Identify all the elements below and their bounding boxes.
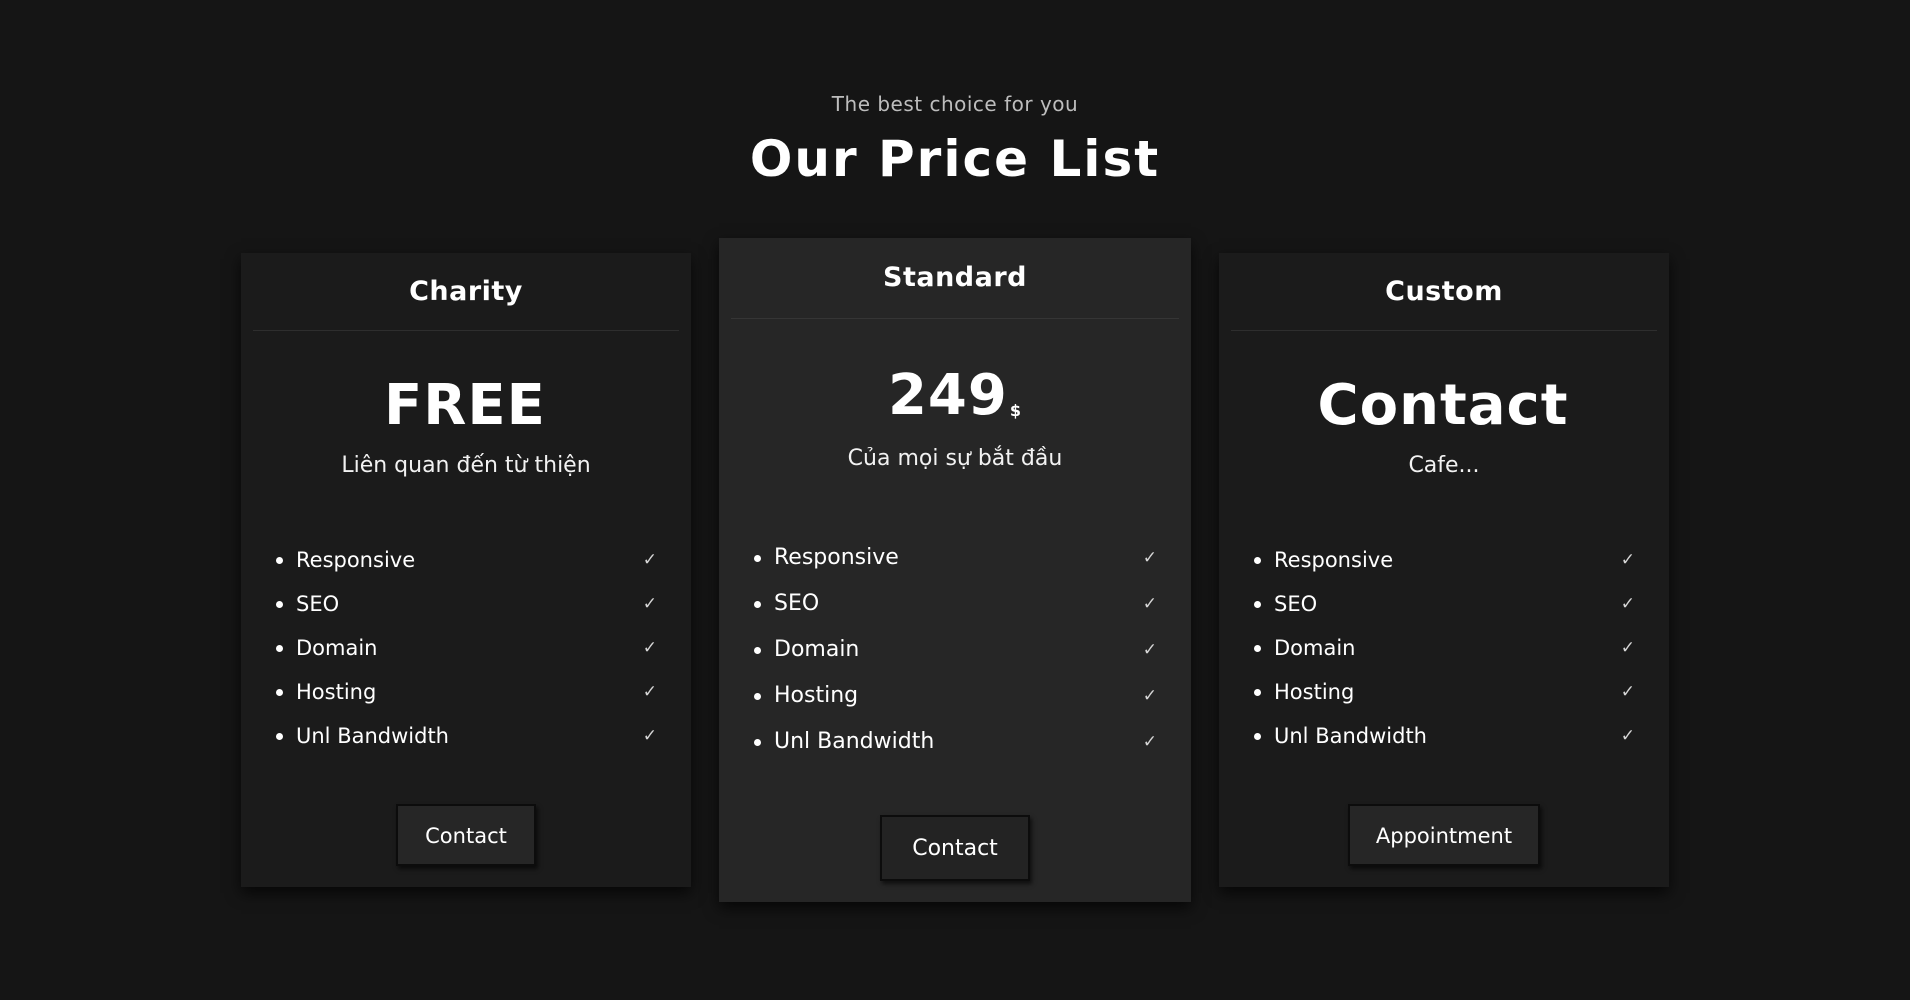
contact-button[interactable]: Contact [396,804,536,866]
check-icon: ✓ [1142,732,1157,752]
plan-name: Charity [253,253,679,331]
bullet-icon [1254,557,1261,564]
feature-item: Hosting ✓ [276,670,661,714]
feature-item: SEO ✓ [754,581,1161,627]
check-icon: ✓ [1620,726,1635,746]
feature-label: Responsive [1274,548,1394,572]
feature-label: Responsive [296,548,416,572]
bullet-icon [276,557,283,564]
plan-price: 249 $ [719,358,1191,449]
feature-label: Hosting [1274,680,1355,704]
check-icon: ✓ [1142,594,1157,614]
check-icon: ✓ [1620,638,1635,658]
check-icon: ✓ [642,550,657,570]
appointment-button[interactable]: Appointment [1348,804,1540,866]
bullet-icon [754,555,761,562]
feature-item: Domain ✓ [276,626,661,670]
bullet-icon [1254,689,1261,696]
check-icon: ✓ [642,726,657,746]
feature-label: Domain [774,637,860,662]
feature-item: Hosting ✓ [1254,670,1639,714]
contact-button[interactable]: Contact [880,815,1030,881]
pricing-card-standard: Standard 249 $ Của mọi sự bắt đầu Respons… [719,238,1191,902]
bullet-icon [276,733,283,740]
bullet-icon [276,645,283,652]
price-value: FREE [384,373,546,438]
pricing-card-charity: Charity FREE Liên quan đến từ thiện Resp… [241,253,691,887]
feature-label: SEO [296,592,340,616]
feature-item: SEO ✓ [1254,582,1639,626]
bullet-icon [1254,601,1261,608]
feature-label: SEO [1274,592,1318,616]
feature-list: Responsive ✓ SEO ✓ Domain ✓ Hosting ✓ Unl Ba… [1254,538,1639,758]
price-value: 249 [887,363,1008,428]
bullet-icon [276,689,283,696]
check-icon: ✓ [1620,682,1635,702]
check-icon: ✓ [1142,686,1157,706]
check-icon: ✓ [1620,594,1635,614]
check-icon: ✓ [642,638,657,658]
check-icon: ✓ [642,594,657,614]
feature-label: Hosting [774,683,859,708]
feature-label: Responsive [774,545,899,570]
feature-item: Domain ✓ [1254,626,1639,670]
feature-list: Responsive ✓ SEO ✓ Domain ✓ Hosting ✓ Unl Ba… [276,538,661,758]
plan-price: FREE [241,368,691,459]
price-currency: $ [1009,401,1023,420]
plan-description: Liên quan đến từ thiện [341,453,591,478]
feature-label: Unl Bandwidth [774,729,935,754]
feature-item: SEO ✓ [276,582,661,626]
feature-item: Unl Bandwidth ✓ [1254,714,1639,758]
feature-list: Responsive ✓ SEO ✓ Domain ✓ Hosting ✓ Unl Ba… [754,535,1161,765]
plan-name: Standard [731,238,1179,319]
section-subtitle: The best choice for you [831,92,1079,116]
feature-item: Responsive ✓ [276,538,661,582]
bullet-icon [754,647,761,654]
section-title: Our Price List [749,130,1161,188]
bullet-icon [754,739,761,746]
pricing-card-custom: Custom Contact Cafe... Responsive ✓ SEO ✓ … [1219,253,1669,887]
bullet-icon [276,601,283,608]
feature-label: Unl Bandwidth [296,724,449,748]
feature-item: Hosting ✓ [754,673,1161,719]
feature-label: Hosting [296,680,377,704]
feature-label: SEO [774,591,820,616]
check-icon: ✓ [1142,548,1157,568]
bullet-icon [754,693,761,700]
check-icon: ✓ [1142,640,1157,660]
plan-price: Contact [1219,368,1669,459]
bullet-icon [1254,645,1261,652]
feature-label: Unl Bandwidth [1274,724,1427,748]
plan-description: Cafe... [1408,453,1480,478]
feature-label: Domain [296,636,378,660]
feature-label: Domain [1274,636,1356,660]
pricing-page: The best choice for you Our Price List C… [0,0,1910,1000]
bullet-icon [1254,733,1261,740]
feature-item: Domain ✓ [754,627,1161,673]
feature-item: Unl Bandwidth ✓ [276,714,661,758]
plan-description: Của mọi sự bắt đầu [847,446,1063,471]
plan-name: Custom [1231,253,1657,331]
bullet-icon [754,601,761,608]
feature-item: Unl Bandwidth ✓ [754,719,1161,765]
feature-item: Responsive ✓ [754,535,1161,581]
check-icon: ✓ [1620,550,1635,570]
feature-item: Responsive ✓ [1254,538,1639,582]
check-icon: ✓ [642,682,657,702]
price-value: Contact [1317,373,1569,438]
